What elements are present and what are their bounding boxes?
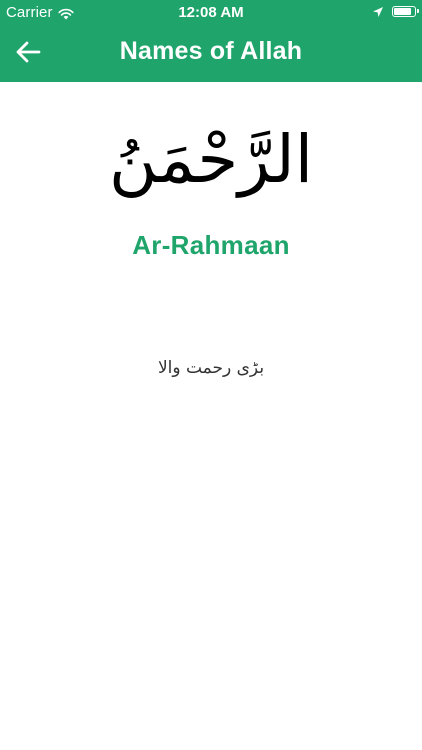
status-bar: Carrier 12:08 AM [0,0,422,26]
arabic-name: الرَّحْمَنُ [108,121,314,198]
urdu-meaning: بڑی رحمت والا [157,358,265,378]
top-bar: Carrier 12:08 AM Names of Allah [0,0,422,82]
transliteration: Ar-Rahmaan [132,230,290,260]
location-icon [372,5,384,17]
status-right [372,5,419,17]
navigation-bar: Names of Allah [0,26,422,82]
page-title: Names of Allah [119,37,303,65]
battery-tip [417,9,419,13]
name-detail: الرَّحْمَنُ Ar-Rahmaan بڑی رحمت والا [0,82,422,750]
battery-icon [392,5,419,17]
screen: Carrier 12:08 AM Names of Allah الرَّحْم… [0,0,422,750]
status-time: 12:08 AM [178,4,244,21]
battery-fill [394,7,412,15]
